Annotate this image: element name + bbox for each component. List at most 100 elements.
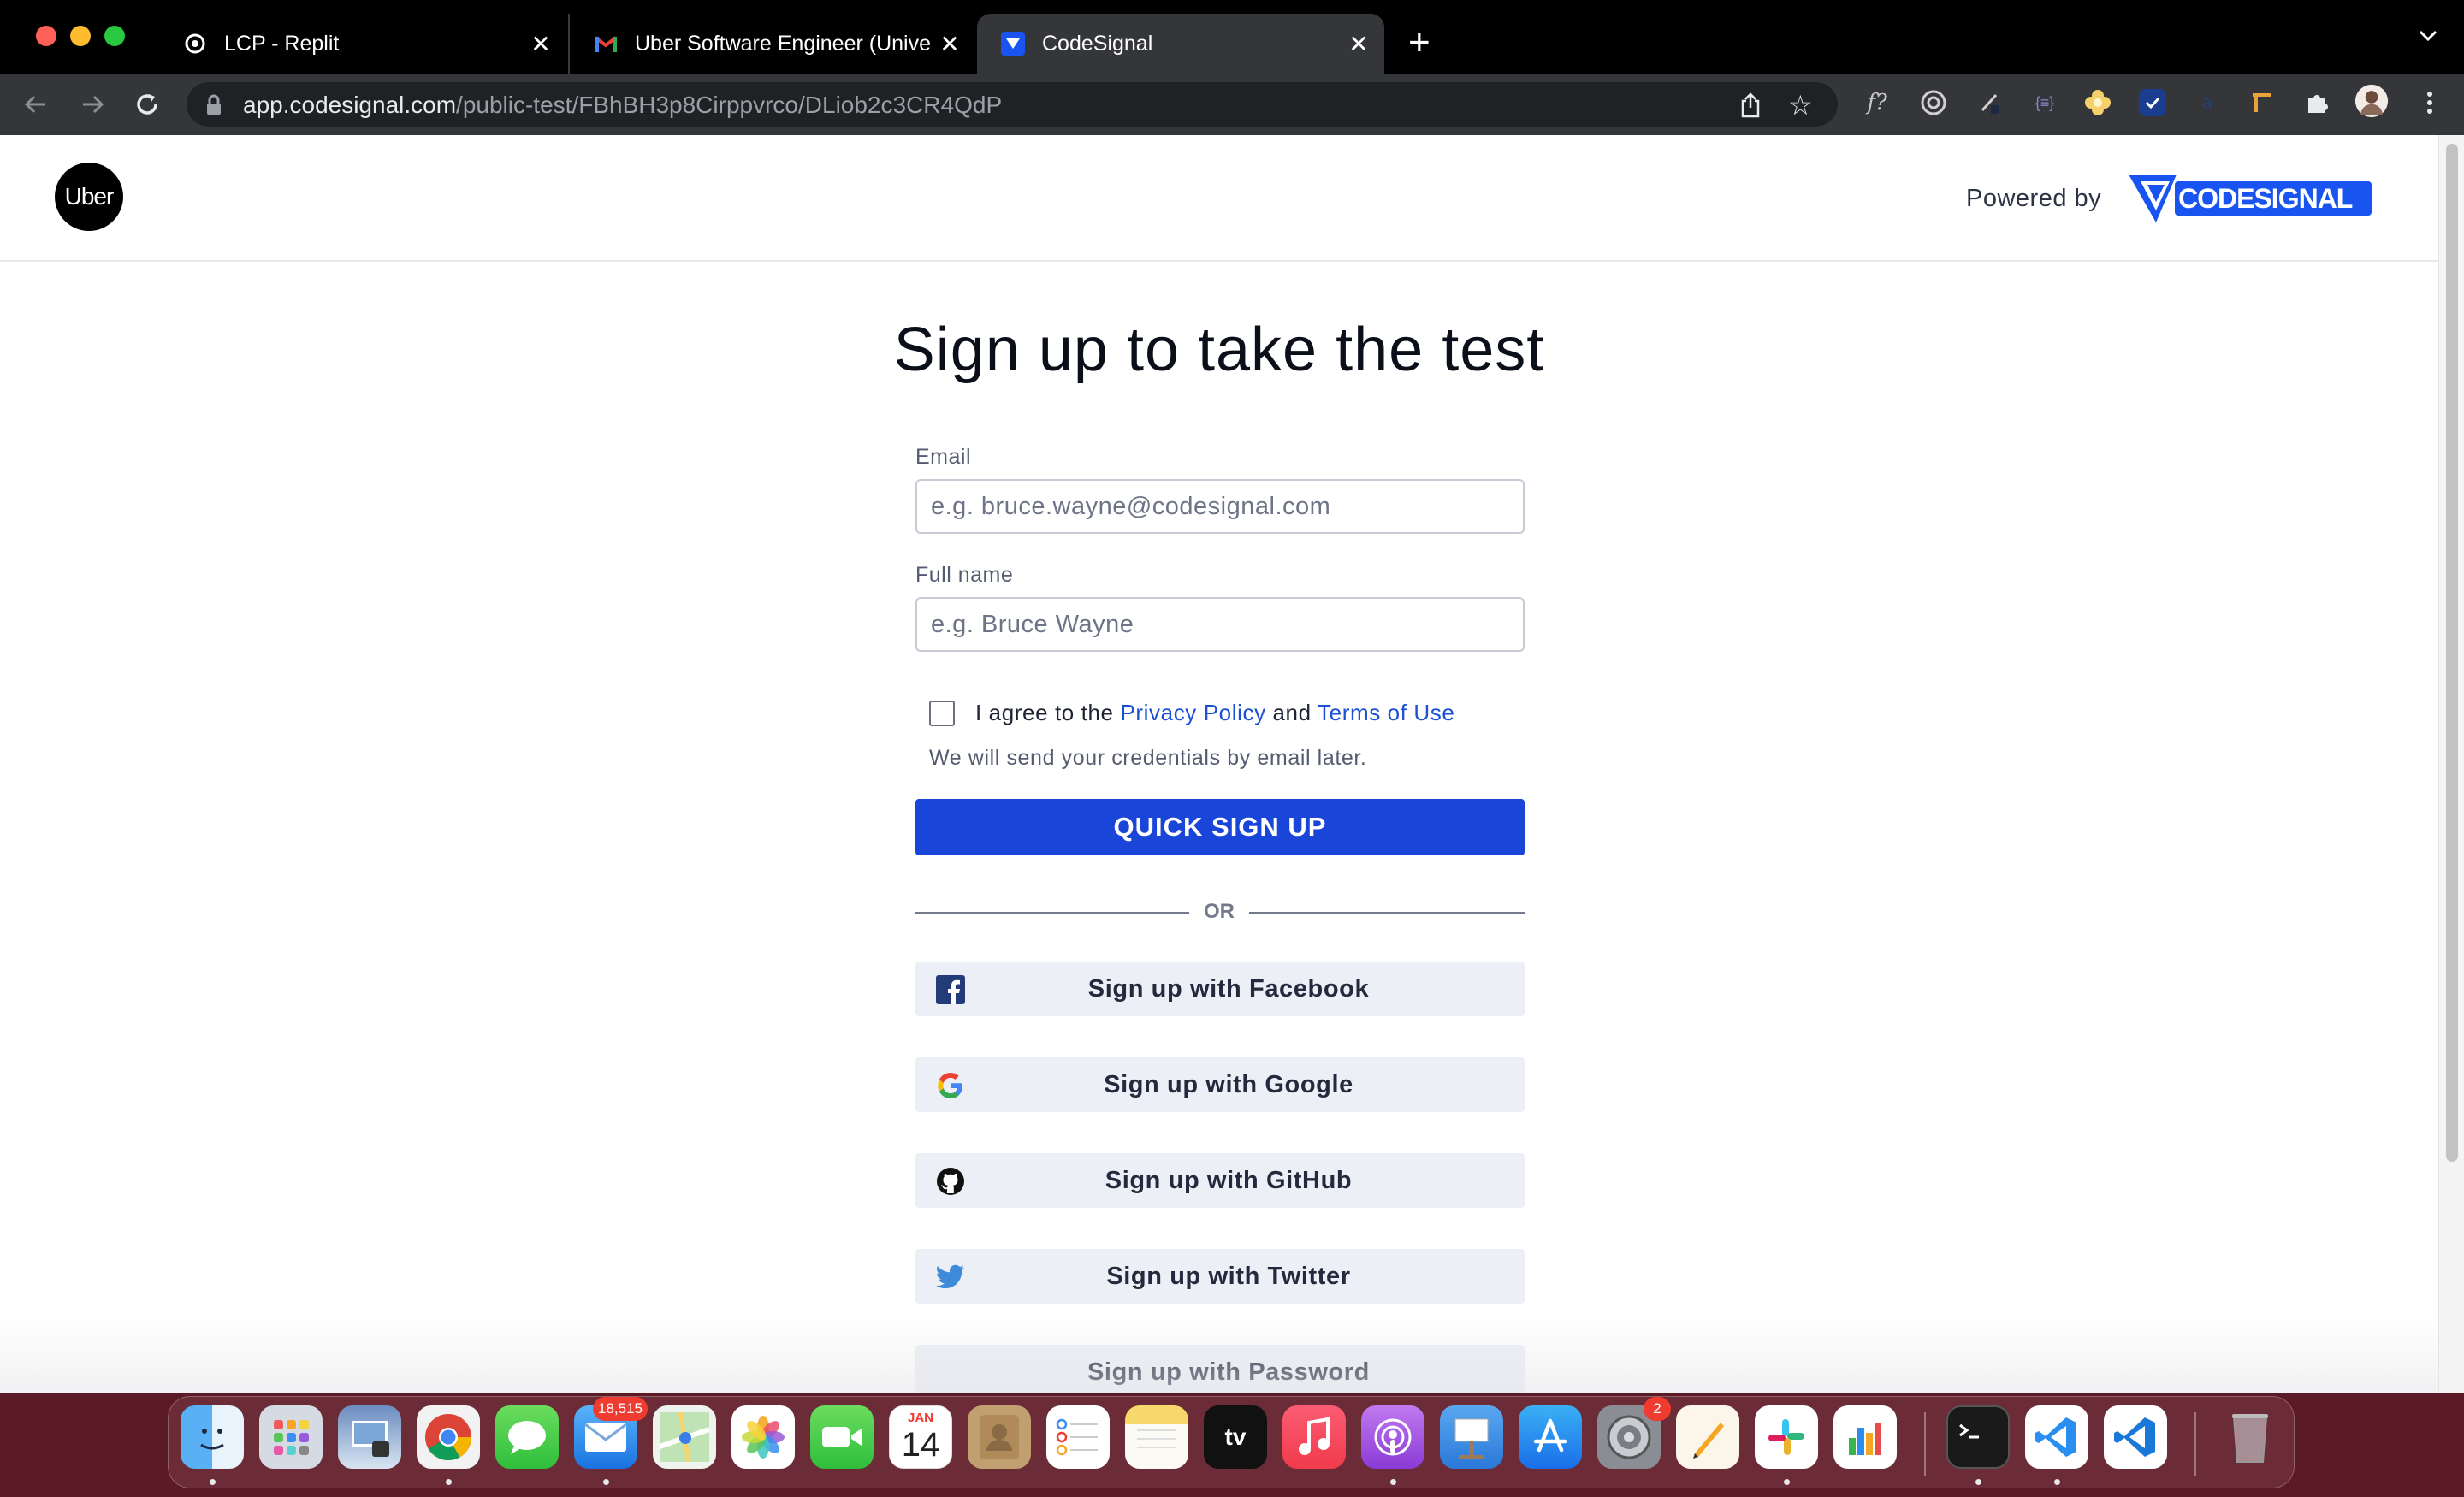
sign-up-github-button[interactable]: Sign up with GitHub [915,1153,1525,1208]
maps-icon[interactable] [653,1405,716,1469]
bookmark-star-icon[interactable]: ☆ [1788,89,1813,121]
agree-text: I agree to the Privacy Policy and Terms … [975,700,1454,726]
json-extension-icon[interactable]: {≡} [2028,84,2062,121]
email-label: Email [915,445,972,469]
calendar-icon[interactable]: JAN 14 [889,1405,952,1469]
reload-icon[interactable] [128,86,166,123]
agree-row: I agree to the Privacy Policy and Terms … [929,700,1454,726]
close-icon[interactable]: ✕ [524,30,558,58]
browser-window: LCP - Replit ✕ Uber Software Engineer (U… [0,0,2464,1393]
button-label: Sign up with Google [1104,1071,1353,1098]
running-indicator [1784,1479,1790,1485]
facetime-icon[interactable] [810,1405,874,1469]
apple-tv-icon[interactable]: tv [1204,1405,1267,1469]
close-icon[interactable]: ✕ [1342,30,1376,58]
tab-bar: LCP - Replit ✕ Uber Software Engineer (U… [0,0,2464,74]
email-field[interactable] [915,479,1525,534]
check-icon[interactable] [2135,84,2170,121]
tab-title: Uber Software Engineer (Unive [635,31,931,56]
quick-sign-up-button[interactable]: QUICK SIGN UP [915,799,1525,855]
dock-separator [1924,1412,1926,1476]
page-title: Sign up to take the test [893,316,1545,384]
page-scrollbar[interactable] [2438,135,2464,1393]
new-tab-button[interactable]: + [1408,19,1430,67]
podcasts-icon[interactable] [1361,1405,1424,1469]
pen-icon[interactable] [1973,84,2007,121]
numbers-icon[interactable] [1833,1405,1897,1469]
close-icon[interactable]: ✕ [933,30,967,58]
system-preferences-icon[interactable]: 2 [1597,1397,1671,1469]
forward-arrow-icon[interactable] [74,86,111,123]
running-indicator [603,1479,609,1485]
privacy-policy-link[interactable]: Privacy Policy [1120,700,1265,725]
back-arrow-icon[interactable] [17,86,55,123]
macos-dock: 18,515 JAN 14 tv 2 [168,1396,2295,1488]
minimize-window-button[interactable] [70,26,91,46]
flower-icon[interactable] [2081,84,2115,121]
notes-icon[interactable] [1125,1405,1188,1469]
powered-by-text: Powered by [1966,185,2102,212]
full-name-field[interactable] [915,597,1525,652]
tab-codesignal[interactable]: CodeSignal ✕ [977,14,1384,74]
puzzle-icon[interactable] [2300,84,2334,121]
button-label: Sign up with GitHub [1105,1167,1353,1194]
close-window-button[interactable] [36,26,56,46]
terms-of-use-link[interactable]: Terms of Use [1318,700,1454,725]
keynote-icon[interactable] [1440,1405,1503,1469]
slack-icon[interactable] [1755,1405,1818,1469]
agree-checkbox[interactable] [929,700,955,726]
contacts-icon[interactable] [968,1405,1031,1469]
terminal-icon[interactable] [1946,1405,2010,1469]
running-indicator [1975,1479,1981,1485]
ruler-icon[interactable] [2245,84,2279,121]
chrome-icon[interactable] [417,1405,480,1469]
share-icon[interactable] [1738,92,1762,122]
app-store-icon[interactable] [1519,1405,1582,1469]
mail-icon[interactable]: 18,515 [574,1397,648,1469]
finder-icon[interactable] [181,1405,244,1469]
tv-text: tv [1224,1423,1247,1450]
sign-up-password-button[interactable]: Sign up with Password [915,1345,1525,1393]
tab-title: LCP - Replit [224,31,340,56]
site-header: Uber Powered by CODESIGNAL [0,135,2438,262]
button-label: Sign up with Twitter [1106,1263,1351,1290]
sign-up-facebook-button[interactable]: Sign up with Facebook [915,962,1525,1016]
photos-icon[interactable] [732,1405,795,1469]
trash-icon[interactable] [2218,1405,2282,1469]
settings-badge: 2 [1644,1397,1671,1421]
profile-avatar[interactable] [2354,82,2389,120]
button-label: Sign up with Facebook [1087,975,1370,1003]
url-text[interactable]: app.codesignal.com/public-test/FBhBH3p8C… [243,92,1002,119]
sign-up-twitter-button[interactable]: Sign up with Twitter [915,1249,1525,1304]
zoom-window-button[interactable] [104,26,125,46]
tv-label: tv [1225,1423,1247,1451]
replit-icon [183,32,207,56]
preview-icon[interactable] [338,1405,401,1469]
letter-a-extension-icon[interactable]: a [2190,84,2224,121]
launchpad-icon[interactable] [259,1405,323,1469]
formula-extension-icon[interactable]: f? [1860,84,1894,121]
running-indicator [2054,1479,2060,1485]
divider-line [915,912,1189,914]
credentials-note: We will send your credentials by email l… [929,746,1367,770]
vscode-icon[interactable] [2025,1405,2088,1469]
reminders-icon[interactable] [1046,1405,1110,1469]
tab-title: CodeSignal [1042,31,1153,56]
music-icon[interactable] [1282,1405,1346,1469]
sign-up-google-button[interactable]: Sign up with Google [915,1057,1525,1112]
target-icon[interactable] [1916,84,1951,121]
messages-icon[interactable] [495,1405,559,1469]
pages-pen-icon[interactable] [1676,1405,1739,1469]
uber-logo[interactable]: Uber [55,163,123,231]
scrollbar-thumb[interactable] [2446,144,2458,1162]
address-bar[interactable]: app.codesignal.com/public-test/FBhBH3p8C… [187,82,1838,127]
menu-icon[interactable] [2413,84,2447,121]
codesignal-logo[interactable]: CODESIGNAL [2127,171,2384,228]
lock-icon[interactable] [205,94,222,121]
tab-gmail[interactable]: Uber Software Engineer (Unive ✕ [568,14,975,74]
vscode-insiders-icon[interactable] [2104,1405,2167,1469]
mail-badge: 18,515 [593,1397,648,1421]
running-indicator [210,1479,216,1485]
chevron-down-icon[interactable] [2418,29,2438,47]
tab-replit[interactable]: LCP - Replit ✕ [159,14,566,74]
